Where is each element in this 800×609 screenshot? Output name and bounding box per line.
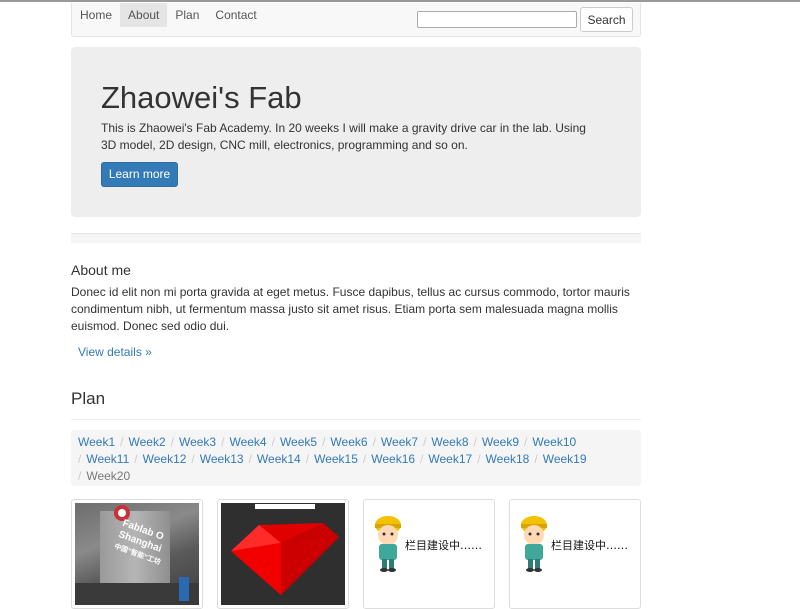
- search-input[interactable]: [417, 11, 577, 28]
- breadcrumb-separator: /: [221, 435, 225, 449]
- section-divider: [71, 233, 641, 243]
- breadcrumb-separator: /: [477, 452, 481, 466]
- window-top-border: [0, 0, 800, 2]
- breadcrumb-separator: /: [134, 452, 138, 466]
- plan-heading: Plan: [71, 389, 106, 408]
- construction-text: 栏目建设中……: [551, 539, 628, 552]
- breadcrumb-separator: /: [524, 435, 528, 449]
- about-heading: About me: [71, 262, 131, 278]
- hero-description: This is Zhaowei's Fab Academy. In 20 wee…: [101, 121, 586, 152]
- breadcrumb-separator: /: [248, 452, 252, 466]
- breadcrumb-separator: /: [420, 452, 424, 466]
- week-breadcrumb: Week1/Week2/Week3/Week4/Week5/Week6/Week…: [71, 430, 641, 486]
- week-link[interactable]: Week11: [86, 452, 129, 466]
- search-button[interactable]: Search: [580, 7, 633, 32]
- current-week: Week20: [86, 469, 131, 483]
- week-link[interactable]: Week16: [371, 452, 415, 466]
- construction-image: 栏目建设中……: [513, 503, 637, 605]
- nav-links: Home About Plan Contact: [72, 3, 265, 27]
- navbar: Home About Plan Contact Search: [71, 3, 641, 37]
- breadcrumb-separator: /: [372, 435, 376, 449]
- week-link[interactable]: Week6: [330, 435, 367, 449]
- week-link[interactable]: Week17: [428, 452, 472, 466]
- nav-about[interactable]: About: [120, 3, 168, 27]
- week-link[interactable]: Week2: [128, 435, 165, 449]
- construction-worker-icon: [375, 516, 401, 572]
- breadcrumb-separator: /: [120, 435, 124, 449]
- thumbnail-3d-model[interactable]: [217, 499, 349, 609]
- week-link[interactable]: Week18: [486, 452, 530, 466]
- breadcrumb-separator: /: [362, 452, 367, 466]
- red-gem-model-icon: [231, 523, 339, 595]
- week-link[interactable]: Week8: [431, 435, 468, 449]
- week-link[interactable]: Week5: [280, 435, 317, 449]
- plan-divider: [71, 419, 641, 420]
- week-link[interactable]: Week12: [143, 452, 187, 466]
- construction-text: 栏目建设中……: [405, 539, 482, 552]
- breadcrumb-separator: /: [473, 435, 477, 449]
- week-link[interactable]: Week1: [78, 435, 115, 449]
- week-link[interactable]: Week4: [229, 435, 266, 449]
- photo-blue-object: [179, 577, 189, 601]
- breadcrumb-separator: /: [322, 435, 326, 449]
- fablab-photo: Fablab O Shanghai 中国"智能"工坊: [75, 503, 199, 605]
- breadcrumb-separator: /: [305, 452, 310, 466]
- hero-jumbotron: Zhaowei's Fab This is Zhaowei's Fab Acad…: [71, 47, 641, 217]
- thumbnail-under-construction-1[interactable]: 栏目建设中……: [363, 499, 495, 609]
- learn-more-button[interactable]: Learn more: [101, 162, 178, 187]
- nav-contact[interactable]: Contact: [207, 3, 264, 27]
- week-link[interactable]: Week10: [532, 435, 576, 449]
- cad-render: [221, 503, 345, 605]
- thumbnail-under-construction-2[interactable]: 栏目建设中……: [509, 499, 641, 609]
- page-title: Zhaowei's Fab: [101, 80, 302, 115]
- construction-worker-icon: [521, 516, 547, 572]
- week-link[interactable]: Week3: [179, 435, 216, 449]
- construction-image: 栏目建设中……: [367, 503, 491, 605]
- week-link[interactable]: Week9: [482, 435, 519, 449]
- nav-home[interactable]: Home: [72, 3, 120, 27]
- nav-plan[interactable]: Plan: [167, 3, 207, 27]
- breadcrumb-separator: /: [191, 452, 195, 466]
- breadcrumb-separator: /: [271, 435, 275, 449]
- breadcrumb-separator: /: [170, 435, 174, 449]
- week-link[interactable]: Week7: [381, 435, 418, 449]
- breadcrumb-separator: /: [534, 452, 538, 466]
- about-text: Donec id elit non mi porta gravida at eg…: [71, 285, 630, 333]
- week-link[interactable]: Week13: [200, 452, 244, 466]
- breadcrumb-separator: /: [423, 435, 427, 449]
- week-link[interactable]: Week19: [543, 452, 587, 466]
- view-details-link[interactable]: View details »: [78, 345, 152, 359]
- week-link[interactable]: Week15: [314, 452, 358, 466]
- thumbnail-fablab-photo[interactable]: Fablab O Shanghai 中国"智能"工坊: [71, 499, 203, 609]
- week-link[interactable]: Week14: [257, 452, 301, 466]
